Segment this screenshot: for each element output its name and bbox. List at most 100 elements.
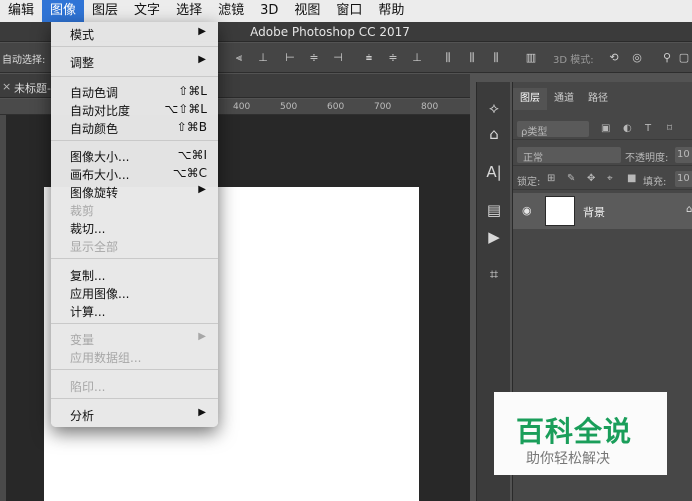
menu-item-image-rotation[interactable]: 图像旋转 ▶	[51, 182, 218, 200]
distribute-hcenter-icon[interactable]: ⫼	[465, 51, 479, 65]
submenu-arrow-icon: ▶	[198, 54, 206, 65]
menu-item-label: 自动对比度	[70, 104, 131, 118]
lock-move-icon[interactable]: ✥	[587, 173, 595, 184]
menu-edit[interactable]: 编辑	[0, 0, 42, 22]
document-title[interactable]: 未标题-	[14, 80, 51, 96]
menu-item-label: 裁剪	[70, 204, 95, 218]
fill-label: 填充:	[643, 177, 667, 188]
menu-item-shortcut: ⇧⌘B	[176, 120, 207, 134]
menu-type[interactable]: 文字	[126, 0, 168, 22]
menu-separator	[51, 258, 218, 259]
menu-help[interactable]: 帮助	[370, 0, 412, 22]
align-left-icon[interactable]: ⊢	[283, 51, 297, 65]
filter-pixel-icon[interactable]: ▣	[601, 123, 610, 134]
menu-layer[interactable]: 图层	[84, 0, 126, 22]
menu-filter[interactable]: 滤镜	[210, 0, 252, 22]
menu-item-label: 分析	[70, 409, 95, 423]
crop-icon[interactable]: ⌗	[484, 264, 504, 284]
auto-select-label[interactable]: 自动选择:	[2, 51, 45, 66]
menu-item-shortcut: ⇧⌘L	[178, 84, 207, 98]
type-tool-icon[interactable]: A|	[484, 162, 504, 182]
blend-row: 正常 不透明度: 10	[513, 144, 692, 166]
eye-icon[interactable]: ◉	[522, 204, 532, 217]
distribute-vcenter-icon[interactable]: ≑	[386, 51, 400, 65]
filter-adjust-icon[interactable]: ◐	[623, 123, 632, 134]
layer-thumbnail	[545, 196, 575, 226]
play-icon[interactable]: ▶	[484, 227, 504, 247]
menu-item-label: 图像大小...	[70, 150, 130, 164]
opacity-label: 不透明度:	[625, 153, 669, 164]
window-title: Adobe Photoshop CC 2017	[250, 25, 410, 39]
panel-tabs: 图层 通道 路径	[513, 88, 692, 110]
distribute-hright-icon[interactable]: ⫼	[489, 51, 503, 65]
filter-type-icon[interactable]: T	[645, 123, 651, 134]
distribute-bottom-icon[interactable]: ⊥	[410, 51, 424, 65]
align-right-icon[interactable]: ⊣	[331, 51, 345, 65]
lock-artboard-icon[interactable]: ⌖	[607, 173, 613, 184]
menu-item-label: 模式	[70, 28, 95, 42]
submenu-arrow-icon: ▶	[198, 184, 206, 195]
menu-item-image-size[interactable]: 图像大小... ⌥⌘I	[51, 146, 218, 164]
menu-item-shortcut: ⌥⌘C	[172, 166, 207, 180]
ruler-tick: 700	[374, 102, 392, 112]
menu-item-label: 复制...	[70, 269, 106, 283]
align-center-icon[interactable]: ≑	[307, 51, 321, 65]
ruler-tick: 600	[327, 102, 345, 112]
lock-row: 锁定: ⊞ ✎ ✥ ⌖ ■ 填充: 10	[513, 168, 692, 190]
distribute-left-icon[interactable]: ⫷	[232, 51, 246, 65]
menu-item-calculations[interactable]: 计算...	[51, 301, 218, 319]
watermark-title: 百科全说	[516, 415, 633, 448]
menu-bar: 编辑 图像 图层 文字 选择 滤镜 3D 视图 窗口 帮助	[0, 0, 692, 22]
menu-item-auto-tone[interactable]: 自动色调 ⇧⌘L	[51, 82, 218, 100]
layer-row-background[interactable]: ◉ 背景 ⌂	[513, 193, 692, 229]
menu-item-adjustments[interactable]: 调整 ▶	[51, 52, 218, 70]
menu-view[interactable]: 视图	[286, 0, 328, 22]
tab-layers[interactable]: 图层	[513, 88, 547, 110]
tab-channels[interactable]: 通道	[547, 88, 581, 110]
lock-brush-icon[interactable]: ✎	[567, 173, 575, 184]
menu-item-trim[interactable]: 裁切...	[51, 218, 218, 236]
distribute-hleft-icon[interactable]: ⫼	[441, 51, 455, 65]
menu-item-label: 陷印...	[70, 380, 106, 394]
roll-3d-icon[interactable]: ◎	[630, 51, 644, 65]
close-icon[interactable]: ×	[2, 80, 11, 93]
menu-window[interactable]: 窗口	[328, 0, 370, 22]
menu-item-apply-image[interactable]: 应用图像...	[51, 283, 218, 301]
menu-item-canvas-size[interactable]: 画布大小... ⌥⌘C	[51, 164, 218, 182]
search-icon[interactable]: ⚲	[660, 51, 674, 65]
menu-item-auto-contrast[interactable]: 自动对比度 ⌥⇧⌘L	[51, 100, 218, 118]
menu-item-label: 自动色调	[70, 86, 119, 100]
layer-name[interactable]: 背景	[583, 204, 605, 220]
menu-item-label: 计算...	[70, 305, 106, 319]
menu-item-apply-data-set: 应用数据组...	[51, 347, 218, 365]
stamp-icon[interactable]: ⌂	[484, 124, 504, 144]
info-icon[interactable]: ▤	[484, 200, 504, 220]
lock-transparent-icon[interactable]: ⊞	[547, 173, 555, 184]
ruler-tick: 400	[233, 102, 251, 112]
history-brush-icon[interactable]: ⟡	[484, 98, 504, 118]
auto-align-icon[interactable]: ▥	[524, 51, 538, 65]
menu-item-auto-color[interactable]: 自动颜色 ⇧⌘B	[51, 118, 218, 136]
opacity-value: 10	[677, 149, 690, 160]
lock-all-icon[interactable]: ■	[627, 173, 636, 184]
menu-item-label: 自动颜色	[70, 122, 119, 136]
filter-shape-icon[interactable]: ⌑	[667, 123, 672, 134]
menu-separator	[51, 140, 218, 141]
menu-item-duplicate[interactable]: 复制...	[51, 265, 218, 283]
orbit-3d-icon[interactable]: ⟲	[607, 51, 621, 65]
menu-item-analysis[interactable]: 分析 ▶	[51, 405, 218, 423]
lock-icon: ⌂	[686, 204, 692, 215]
menu-image[interactable]: 图像	[42, 0, 85, 22]
menu-3d[interactable]: 3D	[252, 0, 286, 22]
submenu-arrow-icon: ▶	[198, 407, 206, 418]
menu-item-variables: 变量 ▶	[51, 329, 218, 347]
menu-separator	[51, 369, 218, 370]
lock-label: 锁定:	[517, 177, 541, 188]
tab-paths[interactable]: 路径	[581, 88, 615, 110]
menu-select[interactable]: 选择	[168, 0, 210, 22]
menu-item-mode[interactable]: 模式 ▶	[51, 24, 218, 42]
distribute-top-icon[interactable]: ⩧	[362, 51, 376, 65]
align-bottom-icon[interactable]: ⊥	[256, 51, 270, 65]
workspace-icon[interactable]: ▢	[677, 51, 691, 65]
blend-mode-value: 正常	[523, 153, 543, 164]
